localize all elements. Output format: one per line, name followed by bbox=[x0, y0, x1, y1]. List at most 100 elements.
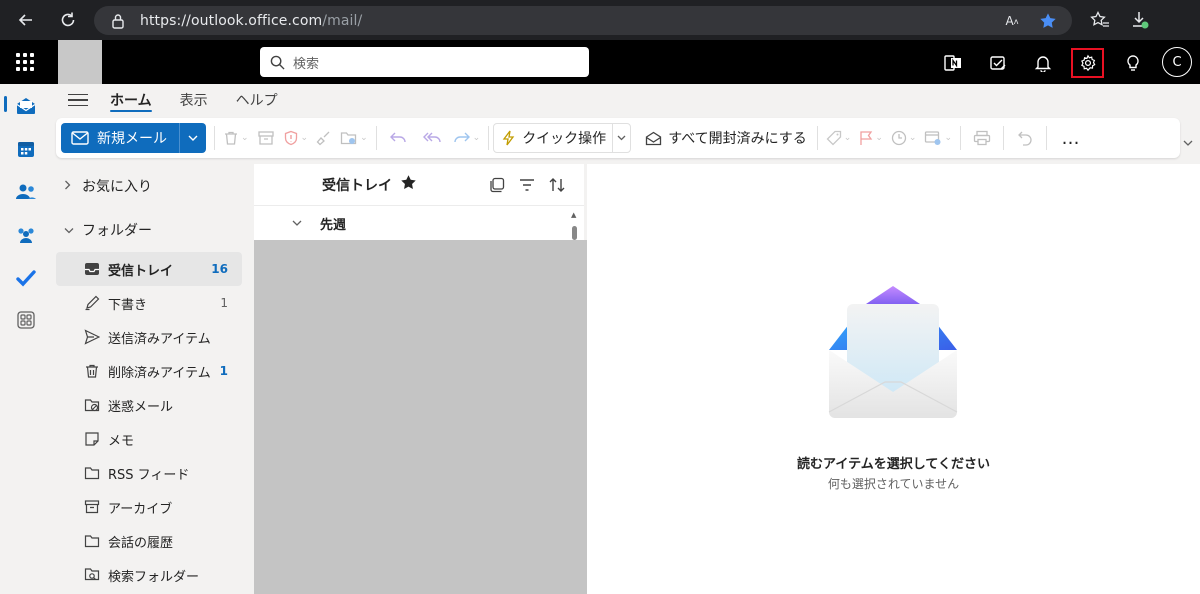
unread-count: 16 bbox=[211, 262, 228, 276]
mail-icon bbox=[71, 131, 89, 145]
chevron-down-icon bbox=[617, 135, 626, 141]
snooze-button[interactable]: ⌄ bbox=[887, 123, 921, 153]
folder-label: 送信済みアイテム bbox=[108, 331, 211, 347]
favorites-group[interactable]: お気に入り bbox=[56, 164, 242, 208]
tag-button[interactable]: ⌄ bbox=[822, 123, 856, 153]
rss-folder-icon bbox=[82, 463, 102, 483]
print-button[interactable] bbox=[965, 123, 999, 153]
onenote-icon[interactable] bbox=[938, 48, 968, 78]
read-aloud-icon[interactable]: Aʌ bbox=[1000, 9, 1024, 33]
folder-item-drafts[interactable]: 下書き 1 bbox=[56, 286, 242, 320]
divider bbox=[959, 126, 961, 150]
archive-button[interactable] bbox=[253, 123, 279, 153]
folder-label: 会話の履歴 bbox=[108, 535, 174, 551]
folder-label: 迷惑メール bbox=[108, 399, 174, 415]
new-mail-dropdown[interactable] bbox=[180, 123, 206, 153]
trash-icon bbox=[82, 361, 102, 381]
address-bar[interactable]: https://outlook.office.com/mail/ Aʌ bbox=[94, 6, 1072, 35]
inbox-icon bbox=[82, 259, 102, 279]
folders-group[interactable]: フォルダー bbox=[56, 208, 242, 252]
group-header-last-week[interactable]: 先週 bbox=[254, 206, 584, 240]
reply-all-button[interactable] bbox=[415, 123, 449, 153]
folder-item-conversation-history[interactable]: 会話の履歴 bbox=[56, 524, 242, 558]
tab-home[interactable]: ホーム bbox=[110, 84, 152, 116]
divider bbox=[816, 126, 818, 150]
my-day-icon[interactable] bbox=[983, 48, 1013, 78]
divider bbox=[375, 126, 377, 150]
todo-app-icon[interactable] bbox=[14, 266, 38, 290]
rules-button[interactable]: ⌄ bbox=[920, 123, 956, 153]
folder-item-archive[interactable]: アーカイブ bbox=[56, 490, 242, 524]
sweep-button[interactable] bbox=[312, 123, 336, 153]
lightning-icon bbox=[502, 130, 515, 146]
filter-icon[interactable] bbox=[517, 175, 537, 195]
junk-icon bbox=[82, 395, 102, 415]
back-icon[interactable] bbox=[14, 8, 38, 32]
select-mode-icon[interactable] bbox=[487, 175, 507, 195]
flag-button[interactable]: ⌄ bbox=[855, 123, 887, 153]
favorite-star-icon[interactable] bbox=[400, 174, 417, 195]
settings-gear-icon[interactable] bbox=[1071, 48, 1104, 78]
tips-lightbulb-icon[interactable] bbox=[1118, 48, 1148, 78]
favorites-list-icon[interactable] bbox=[1088, 8, 1112, 32]
divider bbox=[1045, 126, 1047, 150]
chevron-right-icon bbox=[64, 180, 82, 193]
quick-steps-label: クイック操作 bbox=[522, 131, 607, 147]
move-to-button[interactable]: ⌄ bbox=[336, 123, 372, 153]
app-launcher-icon[interactable] bbox=[14, 51, 36, 73]
folder-item-sent[interactable]: 送信済みアイテム bbox=[56, 320, 242, 354]
mail-app-icon[interactable] bbox=[14, 94, 38, 118]
folder-label: RSS フィード bbox=[108, 467, 190, 483]
refresh-icon[interactable] bbox=[56, 8, 80, 32]
scroll-up-arrow-icon[interactable]: ▲ bbox=[571, 211, 576, 219]
favorite-star-icon[interactable] bbox=[1036, 9, 1060, 33]
sent-icon bbox=[82, 327, 102, 347]
message-list-header: 受信トレイ bbox=[254, 164, 584, 206]
report-button[interactable]: ⌄ bbox=[279, 123, 313, 153]
tab-view[interactable]: 表示 bbox=[180, 84, 208, 116]
undo-button[interactable] bbox=[1008, 123, 1042, 153]
clock-icon bbox=[891, 130, 907, 146]
chevron-down-icon bbox=[188, 135, 198, 141]
scrollbar-thumb[interactable] bbox=[572, 226, 577, 240]
new-mail-main[interactable]: 新規メール bbox=[61, 123, 180, 153]
hamburger-menu-icon[interactable] bbox=[68, 93, 88, 107]
ribbon-expand-chevron-icon[interactable] bbox=[1183, 138, 1193, 149]
rail-selection-indicator bbox=[4, 96, 7, 112]
folder-item-junk[interactable]: 迷惑メール bbox=[56, 388, 242, 422]
quick-steps-dropdown[interactable] bbox=[612, 124, 630, 152]
group-label: 先週 bbox=[320, 217, 347, 233]
ribbon-tabs: ホーム 表示 ヘルプ bbox=[56, 84, 306, 116]
account-avatar[interactable]: C bbox=[1162, 47, 1192, 77]
folder-item-search-folders[interactable]: 検索フォルダー bbox=[56, 558, 242, 592]
folder-item-notes[interactable]: メモ bbox=[56, 422, 242, 456]
folder-label: メモ bbox=[108, 433, 135, 449]
reply-button[interactable] bbox=[381, 123, 415, 153]
more-options-button[interactable]: … bbox=[1051, 123, 1091, 153]
folder-item-deleted[interactable]: 削除済みアイテム 1 bbox=[56, 354, 242, 388]
search-input[interactable]: 検索 bbox=[293, 53, 319, 72]
new-mail-button[interactable]: 新規メール bbox=[61, 123, 206, 153]
notifications-bell-icon[interactable] bbox=[1028, 48, 1058, 78]
mark-all-read-label: すべて開封済みにする bbox=[668, 131, 807, 147]
broom-icon bbox=[316, 131, 330, 146]
calendar-app-icon[interactable] bbox=[14, 137, 38, 161]
folder-item-rss[interactable]: RSS フィード bbox=[56, 456, 242, 490]
people-app-icon[interactable] bbox=[14, 180, 38, 204]
tab-help[interactable]: ヘルプ bbox=[236, 84, 278, 116]
mark-all-read-button[interactable]: すべて開封済みにする bbox=[645, 128, 807, 148]
downloads-icon[interactable] bbox=[1128, 8, 1152, 32]
groups-app-icon[interactable] bbox=[14, 223, 38, 247]
search-box[interactable]: 検索 bbox=[260, 47, 589, 77]
folder-item-inbox[interactable]: 受信トレイ 16 bbox=[56, 252, 242, 286]
sort-icon[interactable] bbox=[547, 175, 567, 195]
flag-icon bbox=[860, 131, 873, 145]
quick-steps-button[interactable]: クイック操作 bbox=[493, 123, 632, 153]
delete-button[interactable]: ⌄ bbox=[219, 123, 253, 153]
search-icon bbox=[270, 55, 285, 70]
more-apps-icon[interactable] bbox=[14, 308, 38, 332]
forward-button[interactable]: ⌄ bbox=[449, 123, 485, 153]
open-envelope-icon bbox=[646, 131, 662, 145]
forward-icon bbox=[453, 132, 470, 143]
lock-icon[interactable] bbox=[106, 9, 130, 33]
